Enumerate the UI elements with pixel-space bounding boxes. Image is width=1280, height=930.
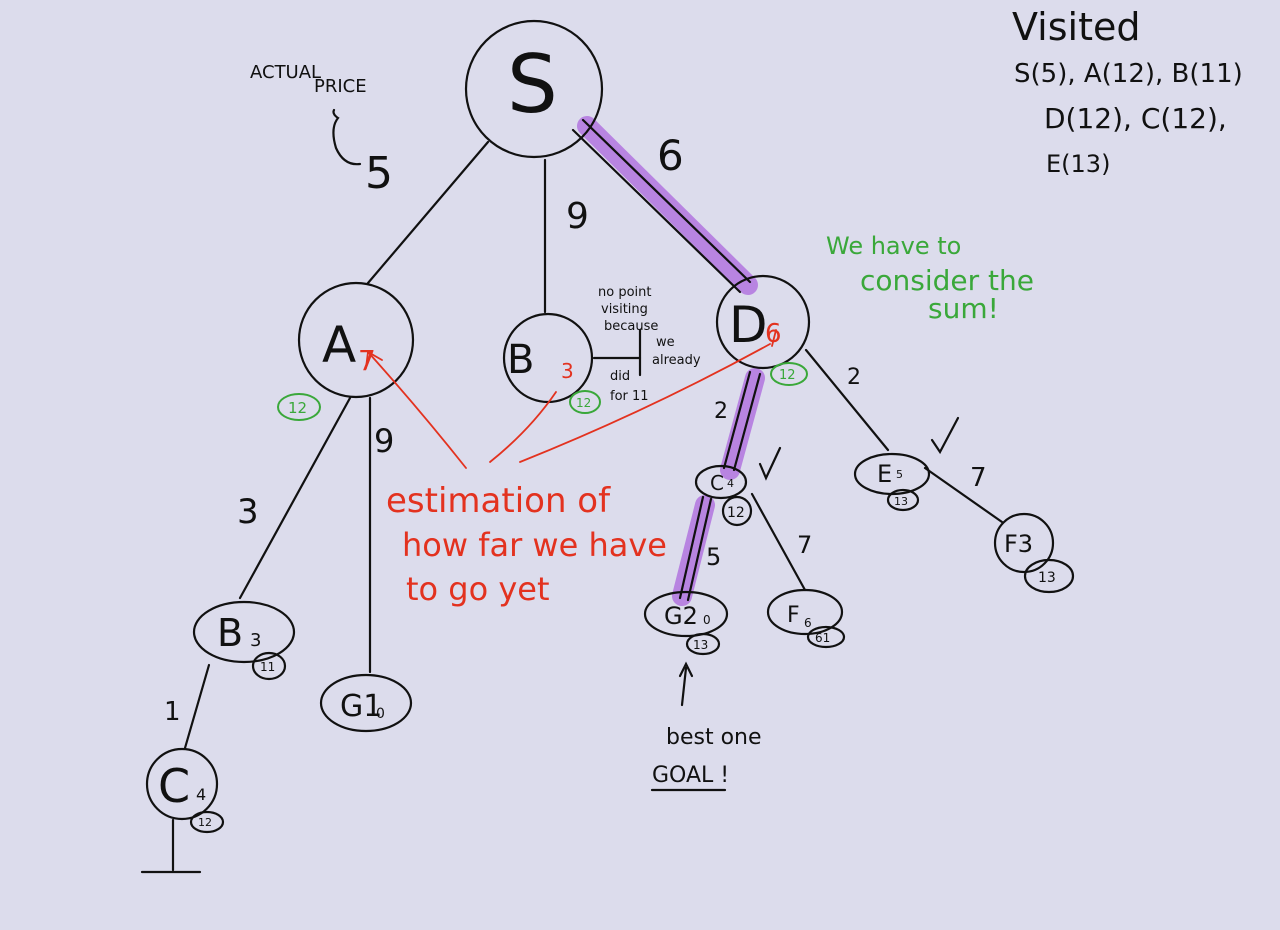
node-b2-label: B	[217, 611, 243, 655]
edge-cost-d-e: 2	[847, 365, 861, 390]
node-g2-label: G2	[664, 602, 698, 630]
sum-note-line: sum!	[928, 292, 999, 325]
best-one-note: best one	[666, 725, 762, 750]
node-f2-sum: 61	[815, 631, 830, 645]
actual-price-value: 5	[365, 148, 393, 199]
node-f1-sum: 13	[1038, 570, 1056, 586]
node-b-label: B	[507, 337, 534, 383]
edge-cost-c-g: 5	[706, 543, 721, 571]
b-note-line: already	[652, 353, 701, 368]
node-c2-label: C	[158, 759, 190, 813]
node-e1-heuristic: 5	[896, 468, 903, 481]
b-note-line: for 11	[610, 389, 649, 404]
visited-line-2: D(12), C(12),	[1044, 102, 1227, 135]
visited-line-1: S(5), A(12), B(11)	[1014, 59, 1243, 89]
b-note-line: visiting	[601, 302, 648, 317]
estimation-line: estimation of	[386, 481, 611, 521]
actual-price-label-1: ACTUAL	[250, 62, 321, 83]
edge-cost-b-c: 1	[164, 697, 181, 727]
edge-cost-a-b: 3	[237, 492, 259, 532]
check-icon	[758, 446, 782, 481]
node-c1-label: C	[710, 471, 724, 495]
estimation-note: estimation of how far we have to go yet	[386, 481, 667, 608]
actual-price-label-2: PRICE	[314, 76, 367, 97]
edge-cost-c-f: 7	[797, 531, 812, 559]
sum-note-line: We have to	[826, 232, 961, 260]
node-b-sum: 12	[576, 396, 591, 410]
b-note-line: we	[656, 335, 675, 350]
b-note-line: no point	[598, 285, 651, 300]
sum-markers	[189, 362, 1075, 834]
visited-line-3: E(13)	[1046, 150, 1110, 178]
visited-title: Visited	[1012, 5, 1140, 49]
node-a-sum: 12	[288, 399, 307, 417]
node-c2-sum: 12	[198, 816, 212, 829]
goal-note: GOAL !	[652, 763, 729, 788]
node-d-label: D	[729, 296, 768, 354]
node-s-label: S	[507, 38, 558, 131]
estimation-line: how far we have	[402, 526, 667, 564]
node-g2-sum: 13	[693, 638, 708, 652]
b-note: no point visiting because we already did…	[598, 285, 701, 404]
edge-cost-e-f: 7	[970, 463, 987, 493]
node-b2-heuristic: 3	[250, 630, 261, 651]
node-d-heuristic: 6	[765, 319, 782, 349]
node-f2-label: F	[787, 603, 800, 628]
actual-price-arrow	[332, 108, 362, 166]
edge-cost-a-g1: 9	[374, 422, 394, 460]
search-tree-diagram: S A 7 12 B 3 12 D 6 12 C 4 12 E 5 13 F3 …	[140, 5, 1243, 874]
estimation-line: to go yet	[406, 570, 550, 608]
edge-cost-s-d: 6	[657, 131, 684, 180]
edge-cost-s-b: 9	[566, 196, 589, 237]
node-c2-heuristic: 4	[196, 785, 206, 804]
node-a-label: A	[322, 316, 356, 374]
sum-note: We have to consider the sum!	[826, 232, 1034, 325]
edge-b-c	[183, 663, 211, 750]
node-b2-sum: 11	[260, 660, 275, 674]
node-a-heuristic: 7	[358, 344, 376, 377]
node-g2-heuristic: 0	[703, 613, 711, 627]
node-d-sum: 12	[779, 368, 796, 383]
node-c1-heuristic: 4	[727, 477, 734, 490]
goal-arrow-shaft	[680, 666, 688, 707]
check-icon	[930, 416, 960, 455]
node-b2	[192, 600, 296, 664]
b-note-line: because	[604, 319, 658, 334]
node-b-heuristic: 3	[561, 359, 574, 383]
node-g1-heuristic: 0	[376, 706, 385, 722]
node-c1-sum: 12	[727, 505, 745, 521]
edge-e-f	[923, 466, 1004, 524]
node-e1-label: E	[877, 460, 892, 488]
b-note-line: did	[610, 369, 630, 384]
node-e1-sum: 13	[894, 495, 908, 508]
node-f2-heuristic: 6	[804, 616, 812, 630]
node-f1-label: F3	[1004, 530, 1033, 558]
edge-cost-d-c: 2	[714, 399, 728, 424]
